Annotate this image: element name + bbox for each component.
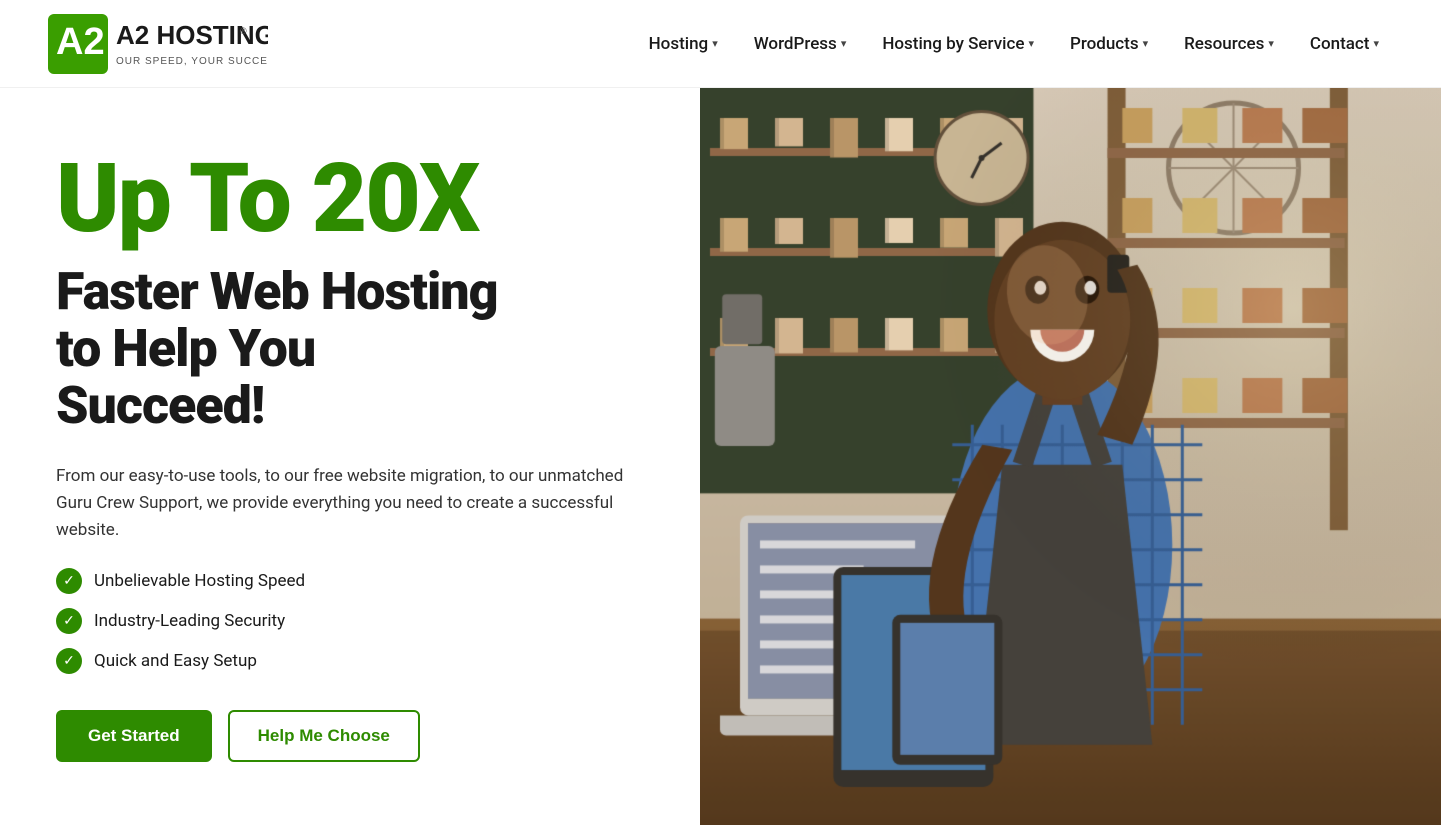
hero-content: Up To 20X Faster Web Hostingto Help YouS… bbox=[0, 88, 700, 825]
chevron-down-icon: ▾ bbox=[1268, 37, 1274, 50]
check-icon: ✓ bbox=[56, 608, 82, 634]
chevron-down-icon: ▾ bbox=[1373, 37, 1379, 50]
nav-hosting-by-service-label: Hosting by Service bbox=[882, 34, 1024, 54]
chevron-down-icon: ▾ bbox=[841, 37, 847, 50]
get-started-button[interactable]: Get Started bbox=[56, 710, 212, 762]
nav-hosting-label: Hosting bbox=[649, 34, 709, 54]
check-icon: ✓ bbox=[56, 568, 82, 594]
nav-wordpress[interactable]: WordPress ▾ bbox=[740, 26, 861, 62]
nav-hosting[interactable]: Hosting ▾ bbox=[635, 26, 732, 62]
logo[interactable]: A2 A2 HOSTING OUR SPEED, YOUR SUCCESS ® bbox=[48, 12, 268, 76]
nav-wordpress-label: WordPress bbox=[754, 34, 837, 54]
hero-description: From our easy-to-use tools, to our free … bbox=[56, 463, 652, 545]
feature-item-speed: ✓ Unbelievable Hosting Speed bbox=[56, 568, 652, 594]
hero-section: Up To 20X Faster Web Hostingto Help YouS… bbox=[0, 88, 1441, 825]
nav-products[interactable]: Products ▾ bbox=[1056, 26, 1162, 62]
hero-headline-top: Up To 20X bbox=[56, 151, 652, 247]
nav-resources-label: Resources bbox=[1184, 34, 1264, 54]
chevron-down-icon: ▾ bbox=[712, 37, 718, 50]
svg-text:®: ® bbox=[240, 26, 247, 36]
nav-products-label: Products bbox=[1070, 34, 1139, 54]
svg-text:A2: A2 bbox=[56, 21, 105, 63]
feature-label-setup: Quick and Easy Setup bbox=[94, 651, 257, 671]
nav-hosting-by-service[interactable]: Hosting by Service ▾ bbox=[868, 26, 1048, 62]
feature-label-speed: Unbelievable Hosting Speed bbox=[94, 571, 305, 591]
check-icon: ✓ bbox=[56, 648, 82, 674]
nav-contact-label: Contact bbox=[1310, 34, 1370, 54]
nav-contact[interactable]: Contact ▾ bbox=[1296, 26, 1393, 62]
hero-image bbox=[700, 88, 1441, 825]
chevron-down-icon: ▾ bbox=[1028, 37, 1034, 50]
feature-list: ✓ Unbelievable Hosting Speed ✓ Industry-… bbox=[56, 568, 652, 674]
help-me-choose-button[interactable]: Help Me Choose bbox=[228, 710, 420, 762]
cta-buttons: Get Started Help Me Choose bbox=[56, 710, 652, 762]
feature-item-security: ✓ Industry-Leading Security bbox=[56, 608, 652, 634]
site-header: A2 A2 HOSTING OUR SPEED, YOUR SUCCESS ® … bbox=[0, 0, 1441, 88]
feature-item-setup: ✓ Quick and Easy Setup bbox=[56, 648, 652, 674]
nav-resources[interactable]: Resources ▾ bbox=[1170, 26, 1288, 62]
chevron-down-icon: ▾ bbox=[1143, 37, 1149, 50]
hero-canvas bbox=[700, 88, 1441, 825]
hero-headline-bottom: Faster Web Hostingto Help YouSucceed! bbox=[56, 263, 652, 435]
svg-text:OUR SPEED, YOUR SUCCESS: OUR SPEED, YOUR SUCCESS bbox=[116, 56, 268, 67]
main-nav: Hosting ▾ WordPress ▾ Hosting by Service… bbox=[635, 26, 1393, 62]
feature-label-security: Industry-Leading Security bbox=[94, 611, 285, 631]
